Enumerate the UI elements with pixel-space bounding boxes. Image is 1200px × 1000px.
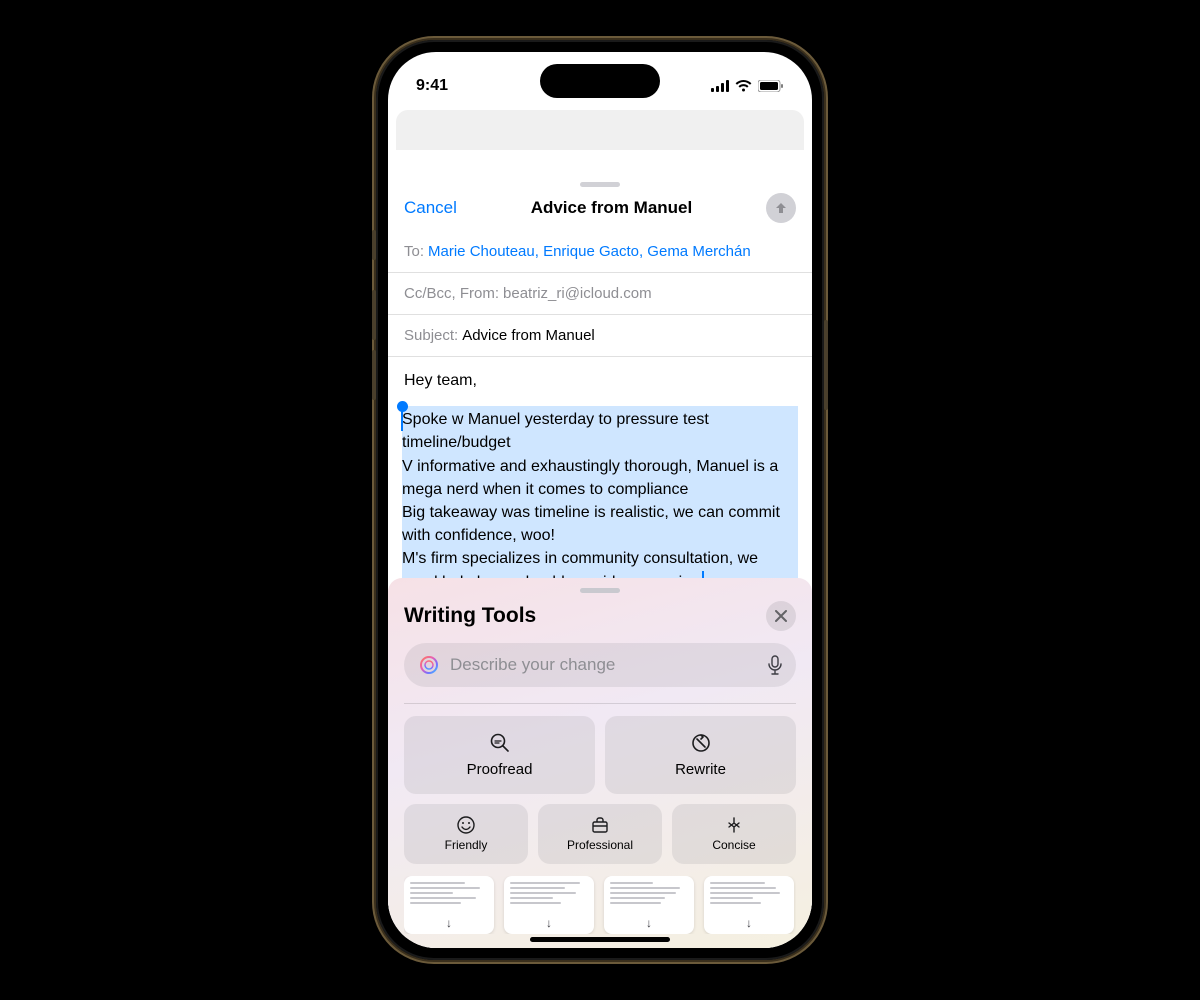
concise-icon <box>724 815 744 835</box>
proofread-icon <box>488 731 512 755</box>
format-options: ↓ ↓ ↓ ↓ <box>404 876 796 934</box>
tools-grabber[interactable] <box>580 588 620 593</box>
selected-text[interactable]: Spoke w Manuel yesterday to pressure tes… <box>402 406 798 604</box>
chevron-down-icon: ↓ <box>446 916 452 930</box>
screen: 9:41 Cancel Advice from Manuel <box>388 52 812 948</box>
microphone-icon <box>768 655 782 675</box>
cancel-button[interactable]: Cancel <box>404 198 457 218</box>
close-button[interactable] <box>766 601 796 631</box>
format-option[interactable]: ↓ <box>604 876 694 934</box>
from-address: beatriz_ri@icloud.com <box>503 285 652 302</box>
tools-title: Writing Tools <box>404 604 536 628</box>
compose-title: Advice from Manuel <box>531 198 693 218</box>
to-field[interactable]: To: Marie Chouteau, Enrique Gacto, Gema … <box>388 231 812 273</box>
body-greeting: Hey team, <box>404 369 796 392</box>
dictate-button[interactable] <box>768 655 782 675</box>
selected-text-content: Spoke w Manuel yesterday to pressure tes… <box>402 411 780 590</box>
proofread-label: Proofread <box>467 761 533 778</box>
prompt-placeholder: Describe your change <box>450 655 615 675</box>
status-time: 9:41 <box>416 77 448 95</box>
friendly-label: Friendly <box>445 838 488 852</box>
battery-icon <box>758 80 784 92</box>
writing-tools-sheet: Writing Tools Describe your change <box>388 578 812 948</box>
concise-label: Concise <box>712 838 755 852</box>
rewrite-label: Rewrite <box>675 761 726 778</box>
compose-sheet: Cancel Advice from Manuel To: Marie Chou… <box>388 176 812 948</box>
rewrite-icon <box>689 731 713 755</box>
to-recipients[interactable]: Marie Chouteau, Enrique Gacto, Gema Merc… <box>428 243 751 260</box>
cc-from-field[interactable]: Cc/Bcc, From: beatriz_ri@icloud.com <box>388 273 812 315</box>
background-card <box>396 110 804 150</box>
cellular-icon <box>711 80 729 92</box>
rewrite-button[interactable]: Rewrite <box>605 716 796 794</box>
message-body[interactable]: Hey team, Spoke w Manuel yesterday to pr… <box>388 357 812 604</box>
dynamic-island <box>540 64 660 98</box>
format-option[interactable]: ↓ <box>704 876 794 934</box>
device-frame: 9:41 Cancel Advice from Manuel <box>376 40 824 960</box>
briefcase-icon <box>590 815 610 835</box>
professional-button[interactable]: Professional <box>538 804 662 864</box>
subject-label: Subject: <box>404 327 458 344</box>
proofread-button[interactable]: Proofread <box>404 716 595 794</box>
format-option[interactable]: ↓ <box>404 876 494 934</box>
wifi-icon <box>735 80 752 92</box>
close-icon <box>775 610 787 622</box>
to-label: To: <box>404 243 424 260</box>
subject-field[interactable]: Subject: Advice from Manuel <box>388 315 812 357</box>
cc-label: Cc/Bcc, From: <box>404 285 499 302</box>
subject-value: Advice from Manuel <box>462 327 595 344</box>
home-indicator[interactable] <box>530 937 670 942</box>
smile-icon <box>456 815 476 835</box>
format-option[interactable]: ↓ <box>504 876 594 934</box>
sheet-grabber[interactable] <box>580 182 620 187</box>
chevron-down-icon: ↓ <box>646 916 652 930</box>
send-button[interactable] <box>766 193 796 223</box>
chevron-down-icon: ↓ <box>546 916 552 930</box>
concise-button[interactable]: Concise <box>672 804 796 864</box>
arrow-up-icon <box>773 200 789 216</box>
friendly-button[interactable]: Friendly <box>404 804 528 864</box>
apple-intelligence-icon <box>418 654 440 676</box>
prompt-input[interactable]: Describe your change <box>404 643 796 687</box>
professional-label: Professional <box>567 838 633 852</box>
chevron-down-icon: ↓ <box>746 916 752 930</box>
